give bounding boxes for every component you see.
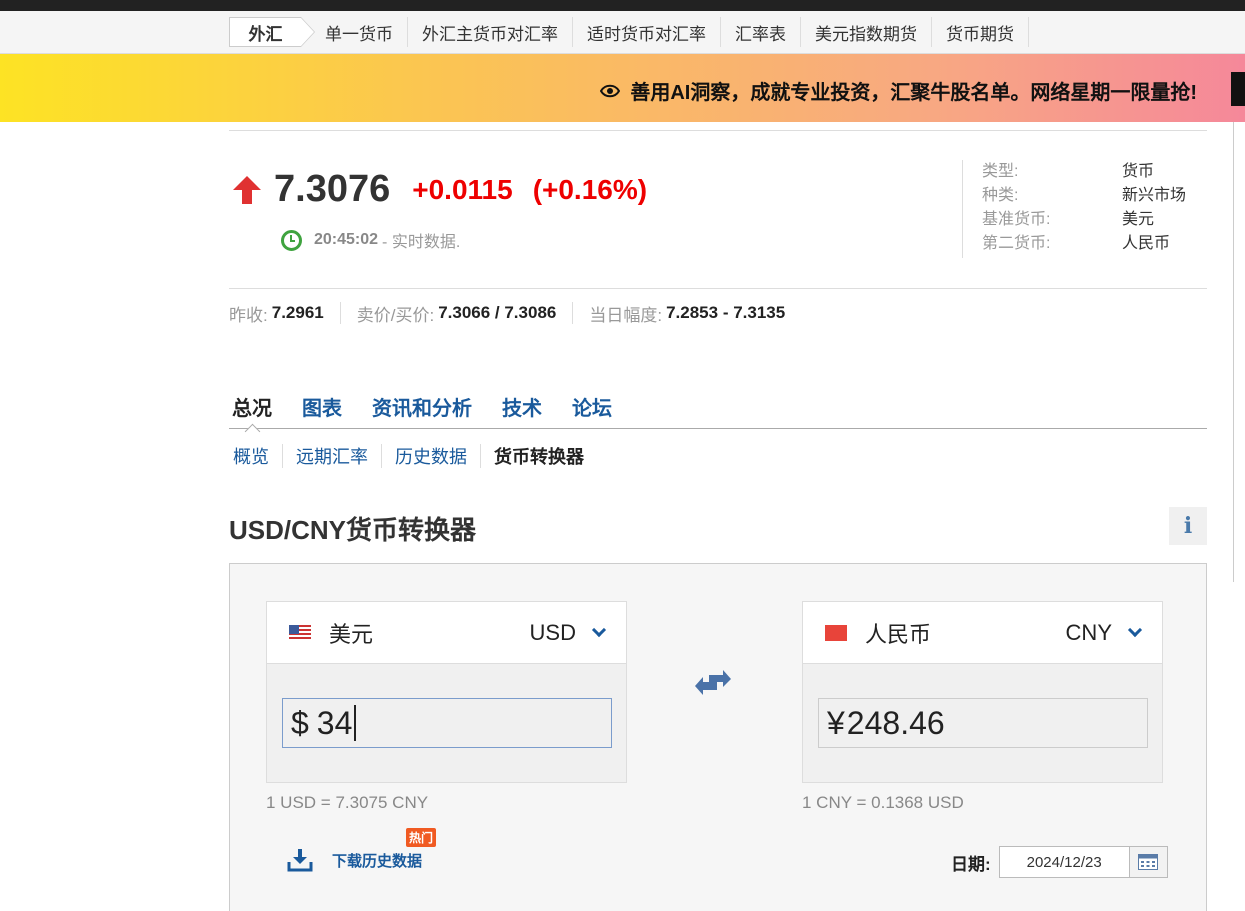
info-value: 美元 — [1122, 211, 1155, 228]
tab-chart[interactable]: 图表 — [299, 392, 342, 428]
to-amount-input[interactable]: ¥ 248.46 — [818, 698, 1148, 748]
info-row-type: 类型: 货币 — [963, 160, 1207, 184]
to-amount-value: 248.46 — [846, 704, 945, 741]
subtab-overview[interactable]: 概览 — [229, 444, 283, 468]
info-value: 新兴市场 — [1122, 187, 1187, 204]
cn-flag-icon — [825, 624, 847, 641]
stat-prev-close: 昨收: 7.2961 — [229, 302, 341, 325]
download-history-button[interactable]: 下载历史数据 — [287, 848, 422, 872]
download-icon — [287, 849, 313, 872]
promo-banner[interactable]: 善用AI洞察，成就专业投资，汇聚牛股名单。网络星期一限量抢! — [0, 54, 1245, 122]
tab-news-analysis[interactable]: 资讯和分析 — [369, 392, 472, 428]
quote-time-suffix: - 实时数据. — [382, 234, 461, 251]
from-currency-name: 美元 — [329, 621, 374, 647]
yuan-symbol: ¥ — [827, 704, 845, 741]
promo-banner-button[interactable] — [1231, 72, 1245, 106]
to-currency-select[interactable]: 人民币 CNY — [803, 602, 1162, 664]
subnav-item-dollar-index-futures[interactable]: 美元指数期货 — [801, 17, 932, 47]
info-row-category: 种类: 新兴市场 — [963, 184, 1207, 208]
stat-label: 当日幅度: — [589, 305, 663, 325]
to-rate-note: 1 CNY = 0.1368 USD — [802, 793, 964, 812]
tab-forum[interactable]: 论坛 — [569, 392, 612, 428]
quote-time-row: 20:45:02 - 实时数据. — [281, 228, 460, 252]
last-price: 7.3076 — [274, 168, 391, 210]
subnav-item-currency-futures[interactable]: 货币期货 — [932, 17, 1029, 47]
swap-arrows-icon[interactable] — [695, 669, 731, 699]
instrument-info: 类型: 货币 种类: 新兴市场 基准货币: 美元 第二货币: 人民币 — [962, 160, 1207, 258]
from-currency-code: USD — [529, 619, 576, 645]
info-row-second-currency: 第二货币: 人民币 — [963, 232, 1207, 256]
us-flag-icon — [289, 624, 311, 641]
clock-icon — [281, 229, 302, 251]
subtab-currency-converter[interactable]: 货币转换器 — [481, 444, 597, 468]
quote-stats: 昨收: 7.2961 卖价/买价: 7.3066 / 7.3086 当日幅度: … — [229, 302, 817, 325]
from-rate-note: 1 USD = 7.3075 CNY — [266, 793, 429, 812]
tab-technical[interactable]: 技术 — [499, 392, 542, 428]
from-currency-box: 美元 USD $ 34 — [266, 601, 627, 783]
stat-day-range: 当日幅度: 7.2853 - 7.3135 — [589, 302, 801, 325]
from-amount-input[interactable]: $ 34 — [282, 698, 612, 748]
info-value: 货币 — [1122, 163, 1155, 180]
divider — [229, 130, 1207, 131]
promo-banner-text-wrap[interactable]: 善用AI洞察，成就专业投资，汇聚牛股名单。网络星期一限量抢! — [600, 76, 1197, 105]
tab-overview[interactable]: 总况 — [229, 392, 272, 428]
to-currency-name: 人民币 — [865, 621, 932, 647]
info-row-base-currency: 基准货币: 美元 — [963, 208, 1207, 232]
sub-tabs: 概览 远期汇率 历史数据 货币转换器 — [229, 444, 597, 468]
quote-time: 20:45:02 — [314, 231, 379, 248]
stat-bid-ask: 卖价/买价: 7.3066 / 7.3086 — [356, 302, 574, 325]
date-input[interactable]: 2024/12/23 — [998, 846, 1130, 878]
stat-label: 昨收: — [229, 305, 268, 325]
subtab-forward-rates[interactable]: 远期汇率 — [283, 444, 382, 468]
text-cursor — [354, 705, 357, 741]
forex-subnav: 外汇 单一货币 外汇主货币对汇率 适时货币对汇率 汇率表 美元指数期货 货币期货 — [0, 11, 1245, 54]
quote-price-row: 7.3076 +0.0115 (+0.16%) — [232, 168, 647, 211]
date-label: 日期: — [951, 854, 991, 874]
calendar-icon — [1138, 854, 1159, 870]
up-arrow-icon — [233, 175, 261, 204]
subnav-item-single-currency[interactable]: 单一货币 — [301, 17, 408, 47]
download-history-label: 下载历史数据 — [332, 852, 423, 870]
subnav-item-live-pairs[interactable]: 适时货币对汇率 — [573, 17, 721, 47]
chevron-down-icon[interactable] — [591, 622, 607, 638]
browser-top-bar — [0, 0, 1245, 11]
from-currency-select[interactable]: 美元 USD — [267, 602, 626, 664]
stat-value: 7.3066 / 7.3086 — [438, 303, 557, 322]
info-label: 种类: — [982, 187, 1019, 204]
stat-label: 卖价/买价: — [356, 305, 435, 325]
calendar-button[interactable] — [1129, 846, 1168, 878]
info-label: 类型: — [982, 163, 1019, 180]
stat-value: 7.2853 - 7.3135 — [666, 303, 786, 322]
hot-badge: 热门 — [406, 828, 437, 847]
subnav-home-forex[interactable]: 外汇 — [229, 17, 315, 47]
main-tabs: 总况 图表 资讯和分析 技术 论坛 — [229, 392, 1207, 429]
subnav-item-rate-table[interactable]: 汇率表 — [721, 17, 801, 47]
chevron-down-icon[interactable] — [1127, 622, 1143, 638]
subtab-historical-data[interactable]: 历史数据 — [382, 444, 481, 468]
right-sidebar-edge — [1233, 122, 1245, 582]
promo-banner-text: 善用AI洞察，成就专业投资，汇聚牛股名单。网络星期一限量抢! — [630, 82, 1197, 104]
eye-icon — [600, 84, 621, 97]
subnav-item-major-pairs[interactable]: 外汇主货币对汇率 — [408, 17, 573, 47]
stat-value: 7.2961 — [271, 303, 324, 322]
price-change: +0.0115 — [412, 173, 513, 205]
divider — [229, 288, 1207, 289]
to-currency-code: CNY — [1065, 619, 1112, 645]
price-change-percent: (+0.16%) — [532, 173, 648, 205]
info-value: 人民币 — [1122, 235, 1171, 252]
dollar-symbol: $ — [291, 704, 309, 741]
info-label: 基准货币: — [982, 211, 1051, 228]
info-label: 第二货币: — [982, 235, 1051, 252]
date-picker: 日期: 2024/12/23 — [951, 846, 1168, 878]
info-icon[interactable]: i — [1169, 507, 1207, 545]
to-currency-box: 人民币 CNY ¥ 248.46 — [802, 601, 1163, 783]
from-amount-value: 34 — [316, 704, 353, 741]
converter-title: USD/CNY货币转换器 — [229, 515, 477, 545]
